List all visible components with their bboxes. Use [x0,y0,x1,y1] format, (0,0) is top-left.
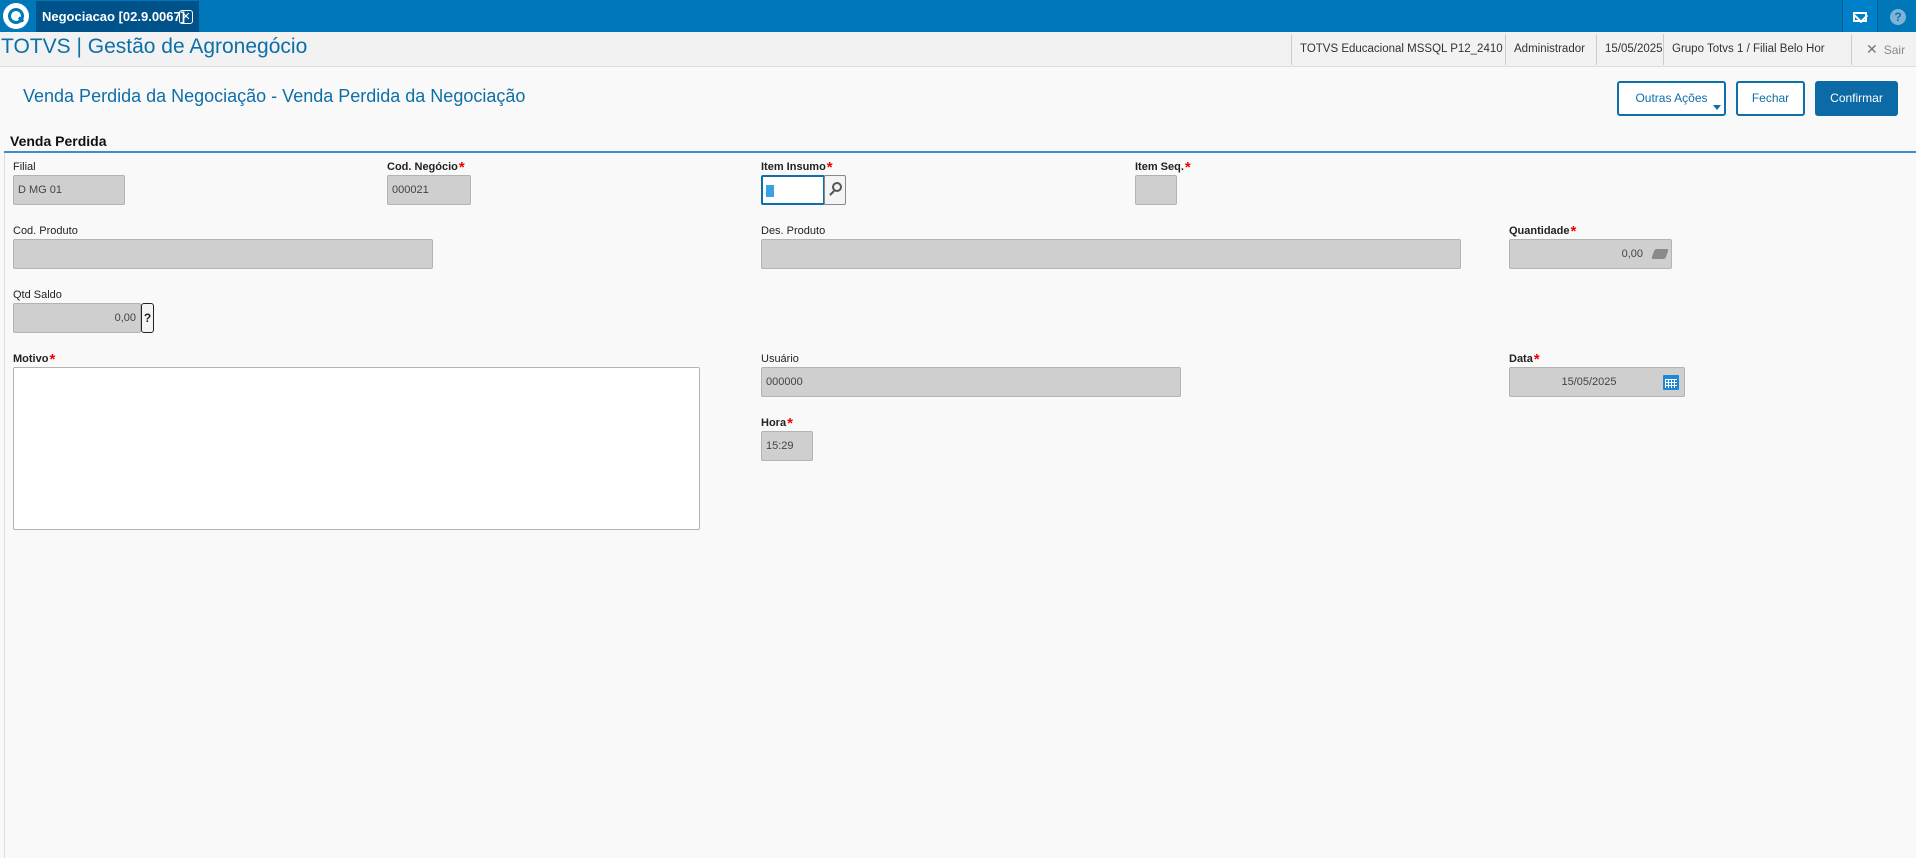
usuario-field: 000000 [761,367,1181,397]
qtd-saldo-label: Qtd Saldo [13,289,62,301]
item-insumo-label-text: Item Insumo [761,161,826,173]
tab-label: Negociacao [02.9.0067] [42,9,186,24]
calendar-icon[interactable] [1663,375,1679,390]
app-header: TOTVS | Gestão de Agronegócio TOTVS Educ… [0,32,1916,67]
hora-label: Hora* [761,415,793,432]
text-cursor [766,185,774,197]
close-icon: ✕ [1866,41,1878,57]
des-produto-label: Des. Produto [761,225,826,237]
top-bar: Negociacao [02.9.0067] ✕ ? [0,0,1916,32]
branch-info: Grupo Totvs 1 / Filial Belo Hor [1663,34,1833,65]
section-title: Venda Perdida [10,133,107,149]
required-marker: * [49,351,56,368]
cod-negocio-label: Cod. Negócio* [387,159,465,176]
motivo-label-text: Motivo [13,353,49,365]
other-actions-label: Outras Ações [1635,91,1708,105]
item-insumo-lookup-button[interactable] [824,175,846,205]
mail-button[interactable] [1842,0,1878,32]
confirm-button[interactable]: Confirmar [1815,81,1898,116]
close-button-label: Fechar [1751,91,1790,105]
item-seq-label-text: Item Seq. [1135,161,1184,173]
filial-label: Filial [13,161,36,173]
qtd-saldo-field: 0,00 [13,303,141,333]
data-label: Data* [1509,351,1540,368]
required-marker: * [1570,223,1577,240]
close-button[interactable]: Fechar [1736,81,1805,116]
required-marker: * [458,159,465,176]
calculator-icon[interactable] [1651,249,1669,259]
cod-produto-label: Cod. Produto [13,225,78,237]
usuario-label: Usuário [761,353,799,365]
cod-negocio-label-text: Cod. Negócio [387,161,458,173]
exit-label: Sair [1883,43,1906,57]
totvs-logo-icon[interactable] [3,3,29,29]
quantidade-value: 0,00 [1621,248,1643,260]
data-value: 15/05/2025 [1561,376,1617,388]
data-label-text: Data [1509,353,1533,365]
exit-button[interactable]: ✕ Sair [1851,34,1916,65]
user-info: Administrador [1505,34,1593,65]
des-produto-field [761,239,1461,269]
item-insumo-input[interactable] [761,175,825,205]
required-marker: * [826,159,833,176]
confirm-button-label: Confirmar [1830,91,1883,105]
required-marker: * [1184,159,1191,176]
required-marker: * [787,415,793,432]
date-info: 15/05/2025 [1596,34,1671,65]
quantidade-label: Quantidade* [1509,223,1577,240]
help-icon: ? [1890,9,1906,25]
environment-info: TOTVS Educacional MSSQL P12_2410 [1291,34,1511,65]
hora-label-text: Hora [761,417,787,429]
required-marker: * [1533,351,1540,368]
item-seq-field [1135,175,1177,205]
cod-produto-field [13,239,433,269]
chevron-down-icon [1713,105,1721,110]
quantidade-label-text: Quantidade [1509,225,1570,237]
page-title: Venda Perdida da Negociação - Venda Perd… [23,86,526,106]
tab-negociacao[interactable]: Negociacao [02.9.0067] ✕ [36,1,199,32]
motivo-textarea[interactable] [13,367,700,530]
app-title: TOTVS | Gestão de Agronegócio [1,35,308,58]
mail-icon [1853,12,1867,22]
tab-close-icon[interactable]: ✕ [179,10,193,24]
search-icon-handle [829,190,835,196]
help-button[interactable]: ? [1880,0,1916,32]
quantidade-field: 0,00 [1509,239,1672,269]
item-seq-label: Item Seq.* [1135,159,1191,176]
qtd-saldo-help-button[interactable]: ? [141,303,154,333]
filial-field: D MG 01 [13,175,125,205]
data-field: 15/05/2025 [1509,367,1685,397]
other-actions-button[interactable]: Outras Ações [1617,81,1726,116]
form-left-border [4,153,5,858]
item-insumo-label: Item Insumo* [761,159,833,176]
hora-field: 15:29 [761,431,813,461]
section-divider [4,151,1916,153]
cod-negocio-field: 000021 [387,175,471,205]
motivo-label: Motivo* [13,351,56,368]
